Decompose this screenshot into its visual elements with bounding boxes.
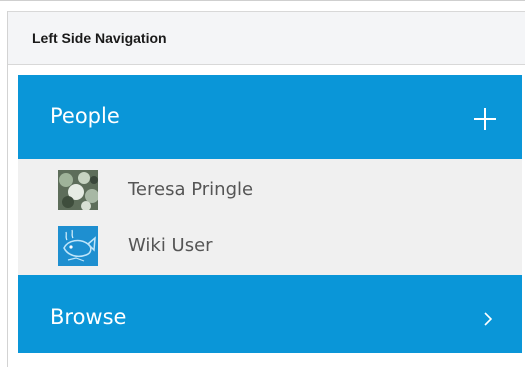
person-name[interactable]: Wiki User	[128, 235, 213, 256]
left-side-navigation: People Teresa Pringle Wiki User Browse	[18, 75, 522, 353]
section-header: Left Side Navigation	[8, 11, 525, 65]
plus-icon[interactable]	[474, 108, 496, 130]
avatar[interactable]	[58, 226, 98, 266]
browse-header[interactable]: Browse	[18, 275, 522, 353]
browse-label: Browse	[50, 305, 127, 329]
people-header[interactable]: People	[18, 75, 522, 159]
people-list: Teresa Pringle Wiki User	[18, 159, 522, 275]
avatar[interactable]	[58, 170, 98, 210]
list-item[interactable]: Wiki User	[18, 218, 522, 274]
person-name[interactable]: Teresa Pringle	[128, 179, 253, 200]
section-title: Left Side Navigation	[32, 30, 167, 46]
chevron-right-icon[interactable]	[484, 311, 493, 326]
page-frame: Left Side Navigation People Teresa Pring…	[0, 0, 525, 367]
list-item[interactable]: Teresa Pringle	[18, 162, 522, 218]
people-label: People	[50, 104, 120, 128]
